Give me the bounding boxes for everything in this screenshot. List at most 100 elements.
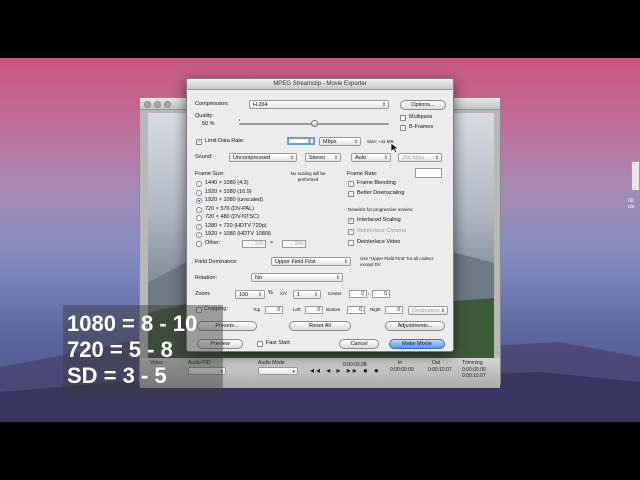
- make-movie-button[interactable]: Make Movie: [389, 339, 445, 349]
- overlay-line-1080: 1080 = 8 - 10: [67, 311, 198, 336]
- center-label: Center: [328, 291, 342, 296]
- zoom-select[interactable]: 100 ⇕: [235, 290, 265, 299]
- frame-size-option-label: Other:: [205, 239, 221, 246]
- frame-size-radio[interactable]: [196, 215, 202, 221]
- reinterlace-chroma-label: Reinterlace Chroma: [357, 228, 406, 234]
- frame-size-radio[interactable]: [196, 198, 202, 204]
- sound-format-select[interactable]: Uncompressed ⇕: [229, 153, 297, 162]
- close-icon[interactable]: [144, 101, 151, 108]
- transport-buttons[interactable]: ◂◂ ◂ ▸ ▸▸ ● ●: [310, 366, 381, 375]
- sound-bitrate-value: 256 kbps: [402, 155, 425, 161]
- data-rate-unit-select[interactable]: Mbps ⇕: [319, 137, 361, 146]
- multipass-label: Multipass: [409, 114, 433, 120]
- other-x-label: ×: [270, 240, 274, 246]
- dialog-title: MPEG Streamclip - Movie Exporter: [187, 79, 453, 90]
- overlay-line-720: 720 = 5 - 8: [67, 337, 173, 362]
- limit-data-rate-label: Limit Data Rate:: [205, 138, 245, 144]
- destination-value: Destination: [412, 308, 440, 314]
- trim-end: 0:00:10.07: [462, 373, 486, 379]
- frame-size-radio[interactable]: [196, 223, 202, 230]
- other-width-input[interactable]: 320: [242, 240, 266, 248]
- frame-size-option-label: 1920 × 1080 (16:9): [205, 188, 252, 195]
- rotation-select[interactable]: No ⇕: [251, 273, 343, 282]
- out-label: Out: [432, 360, 441, 366]
- sound-channels-value: Stereo: [309, 155, 326, 161]
- sound-channels-select[interactable]: Stereo ⇕: [305, 153, 341, 162]
- sound-format-value: Uncompressed: [233, 155, 270, 161]
- field-dominance-value: Upper Field First: [275, 259, 316, 265]
- file-icon[interactable]: [631, 161, 640, 191]
- frame-size-radio[interactable]: [196, 181, 202, 187]
- quality-slider[interactable]: [239, 120, 389, 127]
- sound-rate-select[interactable]: Auto ⇕: [351, 153, 391, 162]
- right-label: Right: [370, 307, 381, 312]
- field-dominance-select[interactable]: Upper Field First ⇕: [271, 257, 351, 266]
- frame-size-option-label: 1920 × 1080 (unscaled): [205, 197, 263, 203]
- frame-size-option-label: 1440 × 1080 (4:3): [205, 180, 249, 186]
- crop-right-input[interactable]: 0: [385, 306, 403, 314]
- crop-left-input[interactable]: 0: [305, 306, 323, 314]
- rotation-label: Rotation:: [195, 275, 218, 281]
- no-scaling-note: No scaling will be performed: [290, 171, 326, 182]
- frame-size-option-label: 720 × 576 (DV-PAL): [205, 205, 254, 212]
- frame-rate-label: Frame Rate:: [347, 171, 378, 177]
- better-downscaling-checkbox[interactable]: [348, 191, 354, 197]
- top-label: Top: [253, 307, 261, 312]
- interlaced-scaling-checkbox[interactable]: ✓: [348, 218, 354, 224]
- limit-data-rate-checkbox[interactable]: ✓: [196, 139, 202, 145]
- bframes-checkbox[interactable]: [400, 125, 406, 131]
- zoom-label: Zoom:: [195, 291, 211, 297]
- bottom-label: Bottom: [326, 307, 341, 312]
- quality-slider-thumb[interactable]: [311, 120, 318, 127]
- rotation-value: No: [255, 275, 263, 281]
- other-height-input[interactable]: 240: [282, 240, 306, 248]
- letterbox-top: [0, 0, 640, 58]
- minimize-icon[interactable]: [154, 101, 161, 108]
- center-y-input[interactable]: 0: [372, 290, 390, 298]
- fast-start-label: Fast Start: [266, 340, 290, 346]
- compression-value: H.264: [253, 102, 268, 108]
- fast-start-checkbox[interactable]: [257, 341, 263, 347]
- deselect-note: Deselect for progressive movies:: [348, 207, 414, 212]
- compression-select[interactable]: H.264 ⇕: [249, 100, 389, 109]
- mouse-cursor-icon: [390, 142, 400, 154]
- frame-size-option-label: 720 × 480 (DV-NTSC): [205, 214, 259, 220]
- zoom-value: 100: [239, 292, 249, 298]
- center-x-input[interactable]: 0: [349, 290, 367, 298]
- audio-mode-select[interactable]: ▾: [258, 367, 298, 375]
- crop-bottom-input[interactable]: 0: [347, 306, 365, 314]
- bframes-label: B-Frames: [409, 124, 434, 130]
- cancel-button[interactable]: Cancel: [339, 339, 379, 349]
- crop-top-input[interactable]: 0: [265, 306, 283, 314]
- frame-size-radio[interactable]: [196, 189, 202, 196]
- in-label: In: [398, 360, 403, 366]
- field-dominance-note: Use "Upper Field First" for all codecs e…: [360, 256, 434, 267]
- deinterlace-video-checkbox[interactable]: [348, 240, 354, 246]
- field-dominance-label: Field Dominance:: [195, 259, 238, 265]
- frame-blending-checkbox[interactable]: [348, 181, 354, 187]
- reset-all-button[interactable]: Reset All: [289, 321, 351, 331]
- frame-size-radio[interactable]: [196, 232, 202, 238]
- sound-bitrate-select[interactable]: 256 kbps ⇕: [398, 153, 442, 162]
- options-button[interactable]: Options...: [400, 100, 446, 110]
- data-rate-input[interactable]: 8: [287, 137, 315, 145]
- frame-size-option-label: 1280 × 720 (HDTV 720p): [205, 222, 267, 229]
- xy-select[interactable]: 1 ⇕: [293, 290, 321, 299]
- frame-rate-input[interactable]: [415, 168, 442, 178]
- multipass-checkbox[interactable]: [400, 115, 406, 121]
- reinterlace-chroma-checkbox[interactable]: ✓: [348, 229, 354, 235]
- sound-label: Sound:: [195, 154, 213, 160]
- better-downscaling-label: Better Downscaling: [357, 190, 405, 196]
- frame-size-label: Frame Size:: [195, 171, 225, 177]
- data-rate-unit: Mbps: [323, 139, 337, 145]
- adjustments-button[interactable]: Adjustments...: [385, 321, 445, 331]
- left-label: Left: [293, 307, 301, 312]
- xy-label: X/Y: [280, 291, 288, 296]
- zoom-unit: %: [268, 290, 273, 296]
- deinterlace-video-label: Deinterlace Video: [357, 239, 401, 245]
- quality-value: 50 %: [202, 121, 215, 127]
- destination-select[interactable]: Destination ⇕: [408, 306, 448, 315]
- frame-size-radio[interactable]: [196, 206, 202, 213]
- frame-size-radio[interactable]: [196, 240, 202, 247]
- zoom-icon[interactable]: [164, 101, 171, 108]
